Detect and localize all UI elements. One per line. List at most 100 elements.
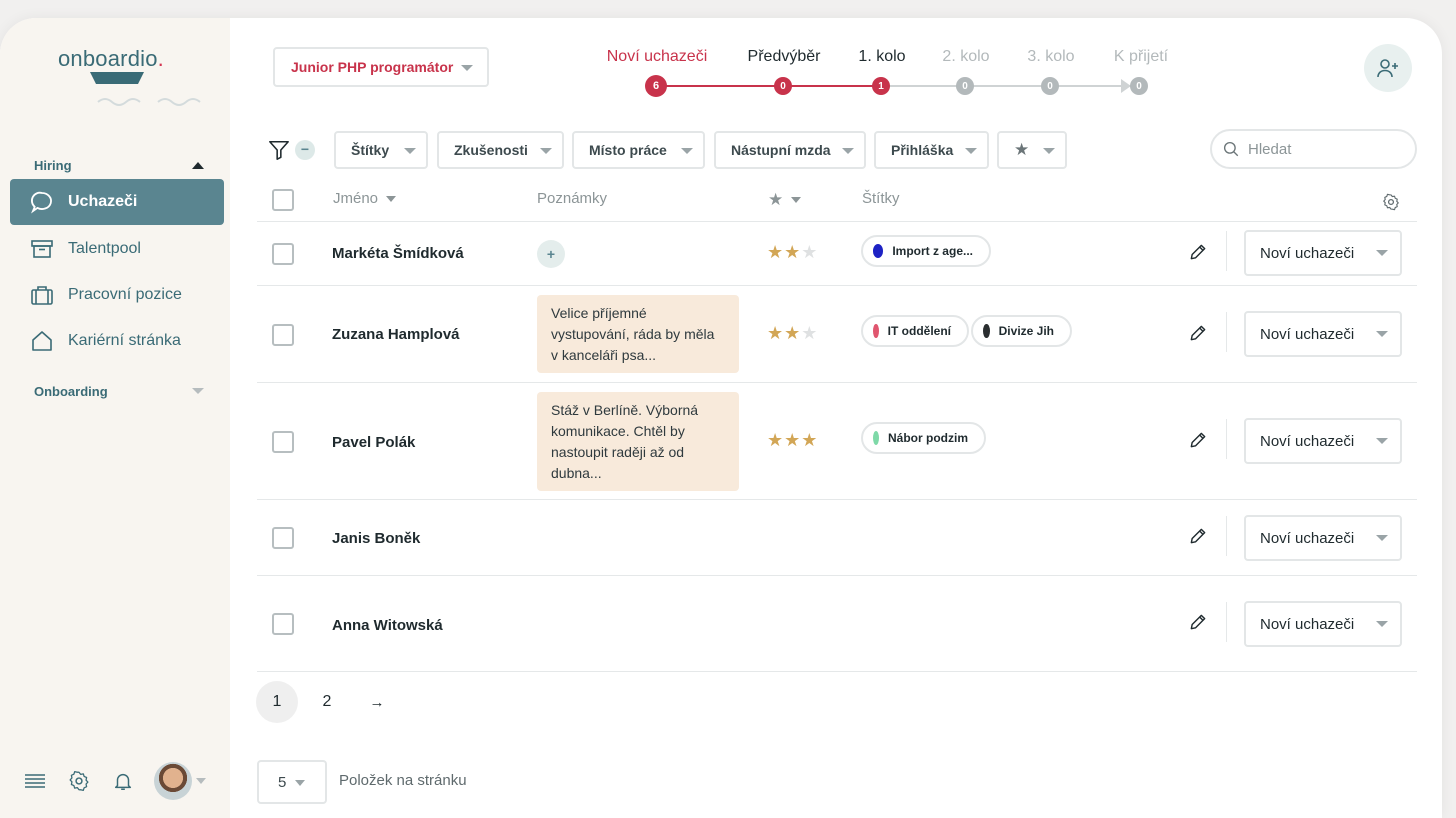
column-settings-gear-icon[interactable]: [1382, 193, 1400, 211]
row-checkbox[interactable]: [272, 527, 294, 549]
star-icon[interactable]: ★: [784, 242, 801, 262]
filter-star-icon: ★: [1014, 140, 1030, 159]
section-hiring-label: Hiring: [34, 157, 72, 173]
filter-stitky[interactable]: Štítky: [334, 131, 428, 169]
sidebar-item-talentpool[interactable]: Talentpool: [10, 226, 224, 272]
star-icon[interactable]: ★: [767, 242, 784, 262]
edit-pencil-icon[interactable]: [1188, 242, 1208, 262]
status-value: Noví uchazeči: [1260, 244, 1355, 262]
star-icon[interactable]: ★: [784, 430, 801, 450]
clear-filters-button[interactable]: −: [295, 140, 315, 160]
star-icon[interactable]: ★: [784, 323, 801, 343]
bell-icon[interactable]: [112, 770, 134, 792]
page-button-2[interactable]: 2: [306, 681, 348, 723]
filter-label: Přihláška: [891, 142, 954, 158]
avatar-caret-icon[interactable]: [196, 778, 206, 784]
add-note-button[interactable]: +: [537, 240, 565, 268]
rating-star-icon: ★: [768, 190, 784, 209]
row-checkbox[interactable]: [272, 243, 294, 265]
tag-chip[interactable]: Import z age...: [861, 235, 991, 267]
filter-label: Zkušenosti: [454, 142, 528, 158]
candidate-name[interactable]: Zuzana Hamplová: [332, 326, 460, 343]
tag-chip[interactable]: Divize Jih: [971, 315, 1072, 347]
stage-label-novi[interactable]: Noví uchazeči: [607, 48, 708, 66]
status-select[interactable]: Noví uchazeči: [1244, 311, 1402, 357]
sort-caret-icon: [791, 197, 802, 203]
chevron-down-icon: [1376, 535, 1388, 541]
filter-misto-prace[interactable]: Místo práce: [572, 131, 705, 169]
add-candidate-button[interactable]: [1364, 44, 1412, 92]
gear-icon[interactable]: [68, 770, 90, 792]
job-position-value: Junior PHP programátor: [291, 59, 454, 75]
next-page-arrow-icon[interactable]: →: [356, 681, 398, 723]
edit-pencil-icon[interactable]: [1188, 526, 1208, 546]
chevron-down-icon: [1376, 250, 1388, 256]
page-button-1[interactable]: 1: [256, 681, 298, 723]
edit-pencil-icon[interactable]: [1188, 430, 1208, 450]
stage-label-k-prijeti[interactable]: K přijetí: [1114, 48, 1168, 66]
section-onboarding[interactable]: Onboarding: [34, 382, 209, 400]
tag-label: Divize Jih: [998, 324, 1054, 338]
filter-rating[interactable]: ★: [997, 131, 1067, 169]
search-box[interactable]: [1210, 129, 1417, 169]
stage-label-kolo2[interactable]: 2. kolo: [942, 48, 989, 66]
job-position-select[interactable]: Junior PHP programátor: [273, 47, 489, 87]
per-page-select[interactable]: 5: [257, 760, 327, 804]
filter-prihlaska[interactable]: Přihláška: [874, 131, 989, 169]
stage-count-badge[interactable]: 0: [774, 77, 792, 95]
stage-label-kolo1[interactable]: 1. kolo: [858, 48, 905, 66]
status-select[interactable]: Noví uchazeči: [1244, 601, 1402, 647]
row-divider: [257, 499, 1417, 500]
column-header-label: Jméno: [333, 190, 379, 207]
column-header-rating[interactable]: ★: [768, 190, 802, 210]
stage-count-badge[interactable]: 0: [956, 77, 974, 95]
column-header-notes: Poznámky: [537, 190, 607, 207]
edit-pencil-icon[interactable]: [1188, 612, 1208, 632]
rating-stars[interactable]: ★★★: [767, 430, 818, 451]
avatar[interactable]: [154, 762, 192, 800]
stage-count-badge[interactable]: 0: [1130, 77, 1148, 95]
chevron-down-icon: [965, 148, 977, 154]
star-icon[interactable]: ★: [801, 323, 818, 343]
tag-chip[interactable]: IT oddělení: [861, 315, 969, 347]
rating-stars[interactable]: ★★★: [767, 242, 818, 263]
stage-label-kolo3[interactable]: 3. kolo: [1027, 48, 1074, 66]
stage-count-badge[interactable]: 1: [872, 77, 890, 95]
section-hiring[interactable]: Hiring: [34, 156, 209, 174]
row-checkbox[interactable]: [272, 324, 294, 346]
filter-nastupni-mzda[interactable]: Nástupní mzda: [714, 131, 866, 169]
star-icon[interactable]: ★: [801, 242, 818, 262]
candidate-name[interactable]: Janis Boněk: [332, 530, 420, 547]
column-header-name[interactable]: Jméno: [333, 190, 397, 207]
stage-label-predvyber[interactable]: Předvýběr: [748, 48, 821, 66]
sidebar-item-uchazeci[interactable]: Uchazeči: [10, 179, 224, 225]
search-input[interactable]: [1248, 140, 1398, 158]
rating-stars[interactable]: ★★★: [767, 323, 818, 344]
select-all-checkbox[interactable]: [272, 189, 294, 211]
status-select[interactable]: Noví uchazeči: [1244, 418, 1402, 464]
star-icon[interactable]: ★: [767, 323, 784, 343]
menu-icon[interactable]: [24, 770, 46, 792]
stage-count-badge[interactable]: 6: [645, 75, 667, 97]
candidate-name[interactable]: Pavel Polák: [332, 434, 415, 451]
row-checkbox[interactable]: [272, 613, 294, 635]
edit-pencil-icon[interactable]: [1188, 323, 1208, 343]
sidebar-item-karierni-stranka[interactable]: Kariérní stránka: [10, 318, 224, 364]
candidate-name[interactable]: Anna Witowská: [332, 617, 443, 634]
candidate-name[interactable]: Markéta Šmídková: [332, 245, 464, 262]
stage-count-badge[interactable]: 0: [1041, 77, 1059, 95]
status-select[interactable]: Noví uchazeči: [1244, 230, 1402, 276]
filter-icon[interactable]: [268, 139, 290, 161]
candidate-note[interactable]: Stáž v Berlíně. Výborná komunikace. Chtě…: [537, 392, 739, 491]
tag-chip[interactable]: Nábor podzim: [861, 422, 986, 454]
sidebar-item-pracovni-pozice[interactable]: Pracovní pozice: [10, 272, 224, 318]
candidate-note[interactable]: Velice příjemné vystupování, ráda by měl…: [537, 295, 739, 373]
pipeline-rest-line: [881, 85, 1131, 87]
filter-zkusenosti[interactable]: Zkušenosti: [437, 131, 564, 169]
row-checkbox[interactable]: [272, 431, 294, 453]
status-select[interactable]: Noví uchazeči: [1244, 515, 1402, 561]
filter-label: Štítky: [351, 142, 390, 158]
star-icon[interactable]: ★: [767, 430, 784, 450]
logo[interactable]: onboardio.: [58, 46, 208, 106]
star-icon[interactable]: ★: [801, 430, 818, 450]
